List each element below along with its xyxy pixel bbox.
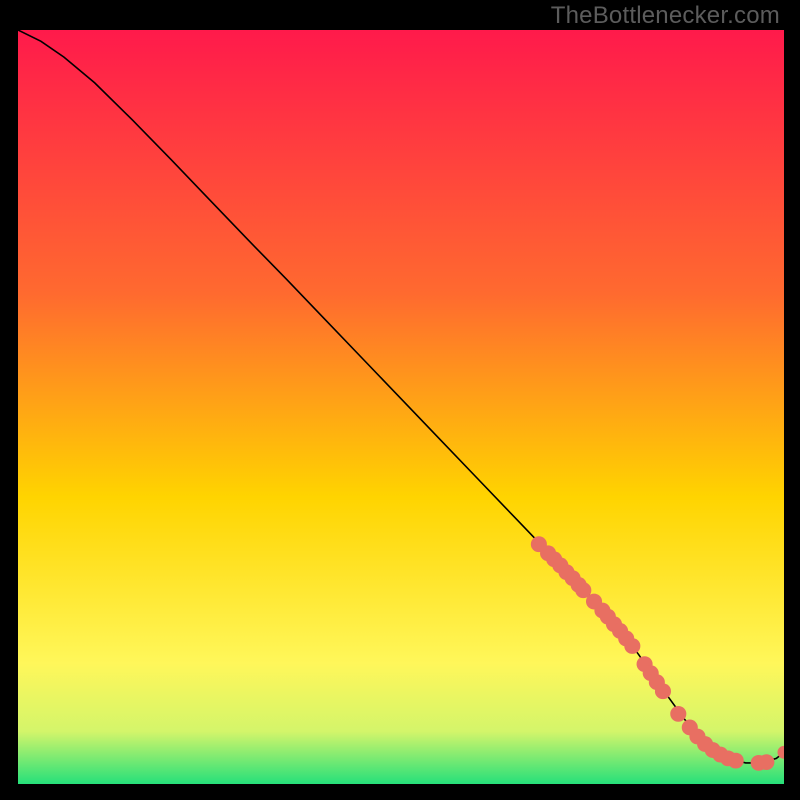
data-marker xyxy=(655,683,671,699)
chart-stage: TheBottlenecker.com xyxy=(0,0,800,800)
data-marker xyxy=(758,754,774,770)
watermark-text: TheBottlenecker.com xyxy=(551,2,780,30)
gradient-background xyxy=(18,30,784,784)
data-marker xyxy=(728,753,744,769)
bottleneck-chart xyxy=(18,30,784,784)
data-marker xyxy=(670,706,686,722)
data-marker xyxy=(624,638,640,654)
